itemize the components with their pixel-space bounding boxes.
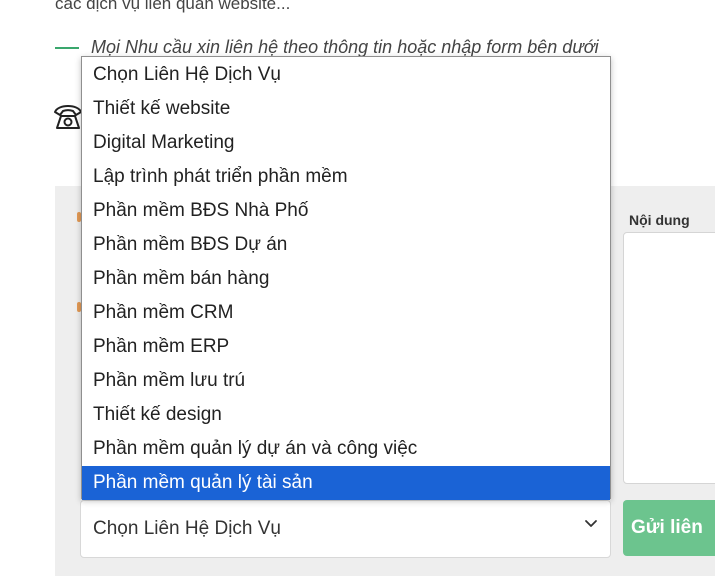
chevron-down-icon — [585, 520, 597, 527]
submit-button[interactable]: Gửi liên — [623, 500, 715, 556]
dropdown-option[interactable]: Phần mềm bán hàng — [82, 262, 610, 296]
intro-text: các dịch vụ liên quan website... — [55, 0, 291, 13]
service-dropdown-list: Chọn Liên Hệ Dịch Vụ Thiết kế website Digi… — [81, 56, 611, 500]
note-dash — [55, 46, 79, 49]
dropdown-option[interactable]: Phần mềm BĐS Dự án — [82, 228, 610, 262]
dropdown-option[interactable]: Chọn Liên Hệ Dịch Vụ — [82, 58, 610, 92]
contact-note: Mọi Nhu cầu xin liên hệ theo thông tin h… — [55, 37, 599, 58]
dropdown-option[interactable]: Digital Marketing — [82, 126, 610, 160]
dropdown-option[interactable]: Phần mềm CRM — [82, 296, 610, 330]
content-textarea[interactable] — [623, 232, 715, 484]
dropdown-option[interactable]: Thiết kế website — [82, 92, 610, 126]
dropdown-option[interactable]: Phần mềm quản lý dự án và công việc — [82, 432, 610, 466]
select-value: Chọn Liên Hệ Dịch Vụ — [93, 518, 281, 539]
phone-icon — [54, 105, 82, 129]
dropdown-option[interactable]: Phần mềm quản lý tài sản — [82, 466, 610, 500]
service-select[interactable]: Chọn Liên Hệ Dịch Vụ — [80, 500, 611, 558]
dropdown-option[interactable]: Thiết kế design — [82, 398, 610, 432]
content-label: Nội dung — [629, 212, 690, 228]
page: các dịch vụ liên quan website... Mọi Nhu… — [0, 0, 715, 576]
dropdown-option[interactable]: Phần mềm ERP — [82, 330, 610, 364]
dropdown-option[interactable]: Phần mềm lưu trú — [82, 364, 610, 398]
dropdown-option[interactable]: Phần mềm BĐS Nhà Phố — [82, 194, 610, 228]
note-text: Mọi Nhu cầu xin liên hệ theo thông tin h… — [91, 37, 599, 57]
dropdown-option[interactable]: Lập trình phát triển phần mềm — [82, 160, 610, 194]
